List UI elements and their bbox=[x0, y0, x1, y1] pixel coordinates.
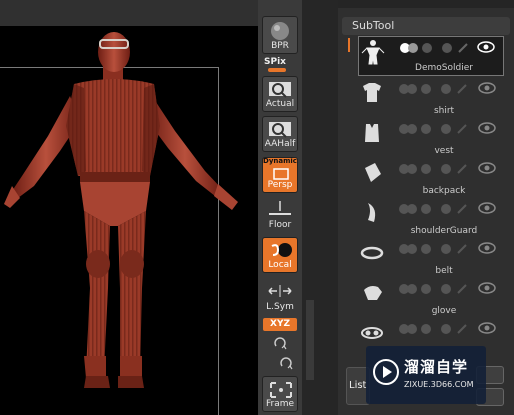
dynamic-label: Dynamic bbox=[263, 157, 297, 165]
subtool-toggles[interactable] bbox=[398, 163, 468, 175]
visibility-eye-icon[interactable] bbox=[478, 162, 496, 174]
list-item[interactable]: backpack bbox=[358, 158, 504, 198]
xyz-rotate-button[interactable]: XYZ bbox=[263, 318, 297, 331]
list-item[interactable]: DemoSoldier bbox=[358, 36, 504, 76]
aahalf-label: AAHalf bbox=[264, 139, 296, 149]
list-item[interactable]: shirt bbox=[358, 78, 504, 118]
canvas-viewport[interactable] bbox=[0, 0, 258, 415]
play-logo-icon bbox=[373, 359, 399, 385]
aahalf-button[interactable]: AAHalf bbox=[262, 116, 298, 152]
visibility-eye-icon[interactable] bbox=[477, 41, 495, 53]
visibility-eye-icon[interactable] bbox=[478, 122, 496, 134]
backpack-icon bbox=[365, 163, 381, 182]
list-all-label: List bbox=[349, 380, 367, 391]
spix-slider[interactable] bbox=[268, 68, 286, 72]
local-button[interactable]: Local bbox=[262, 237, 298, 273]
shoulder-guard-icon bbox=[368, 203, 376, 222]
magnifier-icon bbox=[269, 122, 291, 138]
right-shelf-toolbar: BPR SPix Actual AAHalf Dynamic Persp Flo… bbox=[258, 0, 302, 415]
symmetry-arrows-icon bbox=[268, 285, 292, 297]
goggles-icon bbox=[361, 327, 383, 339]
spix-label: SPix bbox=[264, 57, 286, 67]
magnifier-icon bbox=[269, 82, 291, 98]
subtool-toggles[interactable] bbox=[399, 42, 469, 54]
actual-label: Actual bbox=[265, 99, 295, 109]
persp-button[interactable]: Dynamic Persp bbox=[262, 157, 298, 193]
visibility-eye-icon[interactable] bbox=[478, 202, 496, 214]
visibility-eye-icon[interactable] bbox=[478, 82, 496, 94]
belt-icon bbox=[360, 246, 384, 260]
list-item[interactable]: shoulderGuard bbox=[358, 198, 504, 238]
frame-corners-icon bbox=[270, 382, 292, 398]
soldier-figure-icon bbox=[361, 40, 385, 65]
subtool-toggles[interactable] bbox=[398, 283, 468, 295]
bpr-label: BPR bbox=[271, 41, 289, 51]
subtool-list: DemoSoldier shirt vest backpack shoulder… bbox=[358, 36, 504, 342]
rotate-z-icon[interactable] bbox=[278, 356, 294, 372]
subtool-toggles[interactable] bbox=[398, 123, 468, 135]
list-item-label: DemoSoldier bbox=[415, 63, 473, 73]
vest-icon bbox=[365, 124, 379, 142]
xyz-label: XYZ bbox=[270, 319, 290, 329]
glove-icon bbox=[364, 286, 382, 300]
panel-top-strip bbox=[338, 0, 514, 8]
visibility-eye-icon[interactable] bbox=[478, 242, 496, 254]
subtool-toggles[interactable] bbox=[398, 323, 468, 335]
floor-button[interactable]: Floor bbox=[262, 196, 298, 232]
actual-button[interactable]: Actual bbox=[262, 76, 298, 112]
list-item-label: shirt bbox=[433, 106, 455, 116]
lsym-button[interactable]: L.Sym bbox=[262, 280, 298, 314]
list-item-label: backpack bbox=[422, 186, 466, 196]
local-label: Local bbox=[268, 260, 292, 270]
visibility-eye-icon[interactable] bbox=[478, 322, 496, 334]
list-item-label: glove bbox=[431, 306, 457, 316]
list-item[interactable]: belt bbox=[358, 238, 504, 278]
local-transform-icon bbox=[271, 243, 292, 257]
watermark-title: 溜溜自学 bbox=[404, 358, 469, 376]
viewport-top-strip bbox=[0, 0, 258, 26]
subtool-toggles[interactable] bbox=[398, 83, 468, 95]
list-item[interactable]: vest bbox=[358, 118, 504, 158]
soldier-3d-model[interactable] bbox=[0, 26, 258, 415]
persp-label: Persp bbox=[267, 180, 293, 190]
list-item-label: belt bbox=[435, 266, 453, 276]
subtool-title: SubTool bbox=[352, 19, 395, 32]
visibility-eye-icon[interactable] bbox=[478, 282, 496, 294]
lsym-label: L.Sym bbox=[266, 302, 294, 312]
floor-grid-icon bbox=[269, 201, 291, 215]
frame-button[interactable]: Frame bbox=[262, 376, 298, 412]
shirt-icon bbox=[363, 83, 381, 102]
subtool-toggles[interactable] bbox=[398, 243, 468, 255]
list-item-label: shoulderGuard bbox=[410, 226, 478, 236]
rotate-y-icon[interactable] bbox=[272, 336, 288, 352]
bpr-render-button[interactable]: BPR bbox=[262, 16, 298, 54]
floor-label: Floor bbox=[268, 220, 292, 230]
list-item-label: vest bbox=[434, 146, 454, 156]
sphere-icon bbox=[271, 22, 289, 40]
subtool-toggles[interactable] bbox=[398, 203, 468, 215]
list-item[interactable]: glove bbox=[358, 278, 504, 318]
tray-scroll-handle[interactable] bbox=[306, 300, 314, 380]
list-item[interactable]: goggles bbox=[358, 318, 504, 342]
watermark-url: ZIXUE.3D66.COM bbox=[404, 380, 474, 389]
frame-label: Frame bbox=[265, 399, 295, 409]
active-indicator bbox=[348, 38, 350, 52]
watermark-logo: 溜溜自学 ZIXUE.3D66.COM bbox=[366, 346, 486, 404]
